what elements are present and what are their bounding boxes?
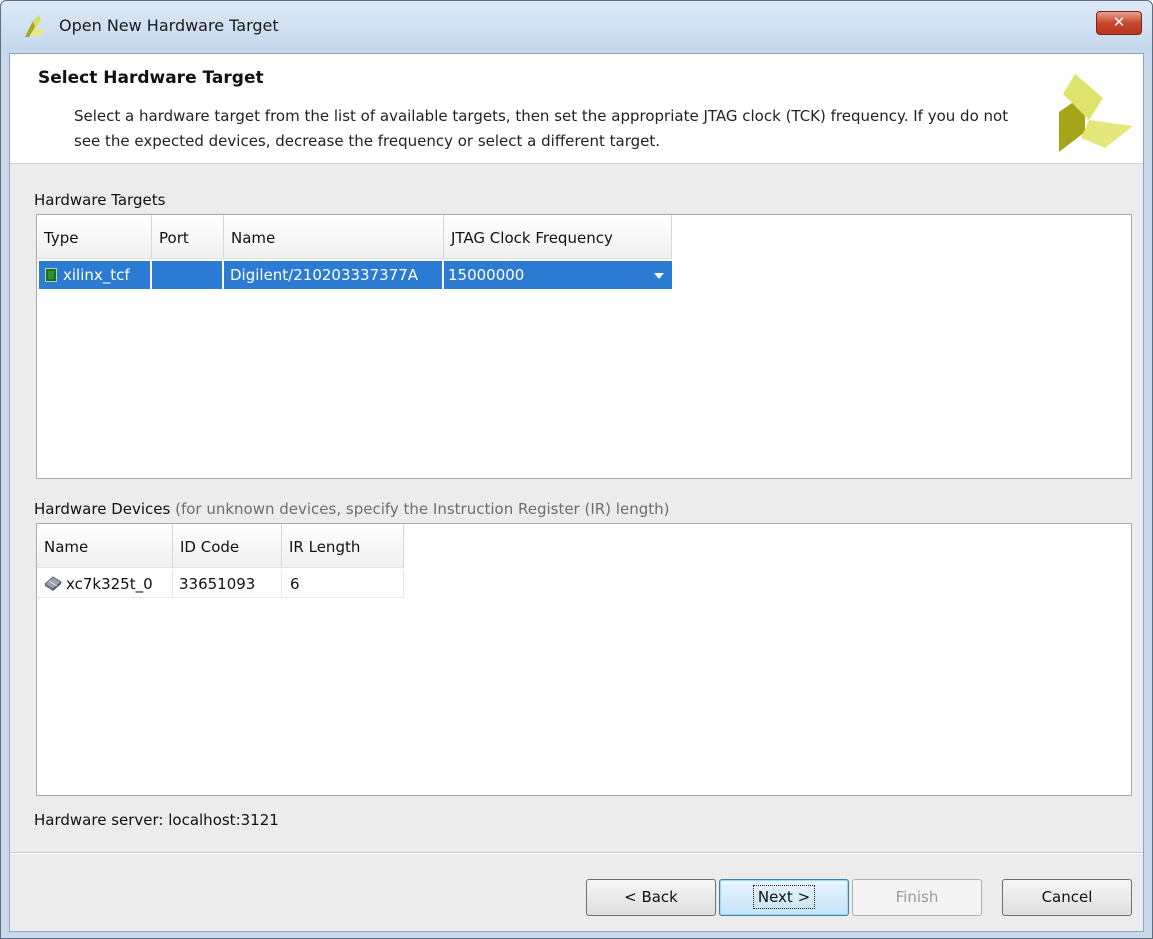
chevron-down-icon[interactable] [654,273,664,279]
jtag-frequency-value: 15000000 [448,266,525,284]
device-name-value: xc7k325t_0 [66,575,153,593]
next-button-label: Next > [752,885,816,909]
hardware-target-icon [45,268,57,282]
cancel-button[interactable]: Cancel [1002,879,1132,916]
page-title: Select Hardware Target [38,68,264,88]
target-port-cell[interactable] [152,261,224,289]
hardware-server-status: Hardware server: localhost:3121 [34,811,279,829]
hardware-devices-title: Hardware Devices [34,500,171,518]
hardware-targets-label: Hardware Targets [34,191,166,209]
device-id-code-cell[interactable]: 33651093 [173,570,282,598]
window-title: Open New Hardware Target [59,16,279,35]
column-header-port[interactable]: Port [152,215,224,259]
column-header-ir-length[interactable]: IR Length [282,524,404,568]
column-header-id-code[interactable]: ID Code [173,524,282,568]
wizard-header: Select Hardware Target Select a hardware… [10,54,1143,164]
column-header-name[interactable]: Name [37,524,173,568]
dialog-window: Open New Hardware Target ✕ Select Hardwa… [0,0,1153,939]
dialog-body: Select Hardware Target Select a hardware… [9,53,1144,932]
device-name-cell[interactable]: xc7k325t_0 [37,570,173,598]
hardware-devices-label: Hardware Devices (for unknown devices, s… [34,500,669,518]
fpga-chip-icon [44,576,62,591]
column-header-name[interactable]: Name [224,215,444,259]
hardware-devices-table[interactable]: Name ID Code IR Length xc7k325t_0 336510… [36,523,1132,796]
device-ir-length-cell[interactable]: 6 [282,570,404,598]
vivado-logo-icon [25,15,45,37]
close-button[interactable]: ✕ [1096,11,1142,35]
back-button[interactable]: < Back [586,879,716,916]
xilinx-logo [1059,74,1133,152]
title-bar[interactable]: Open New Hardware Target ✕ [1,1,1152,53]
footer-divider-highlight [10,853,1143,854]
target-type-value: xilinx_tcf [63,266,130,284]
next-button[interactable]: Next > [719,879,849,916]
column-header-type[interactable]: Type [37,215,152,259]
finish-button[interactable]: Finish [852,879,982,916]
hardware-devices-hint: (for unknown devices, specify the Instru… [175,500,670,518]
target-name-cell[interactable]: Digilent/210203337377A [224,261,444,289]
page-description: Select a hardware target from the list o… [74,107,1009,150]
jtag-frequency-dropdown[interactable]: 15000000 [444,261,672,289]
column-header-jtag-frequency[interactable]: JTAG Clock Frequency [444,215,672,259]
hardware-targets-table[interactable]: Type Port Name JTAG Clock Frequency xili… [36,214,1132,479]
target-type-cell[interactable]: xilinx_tcf [39,261,152,289]
